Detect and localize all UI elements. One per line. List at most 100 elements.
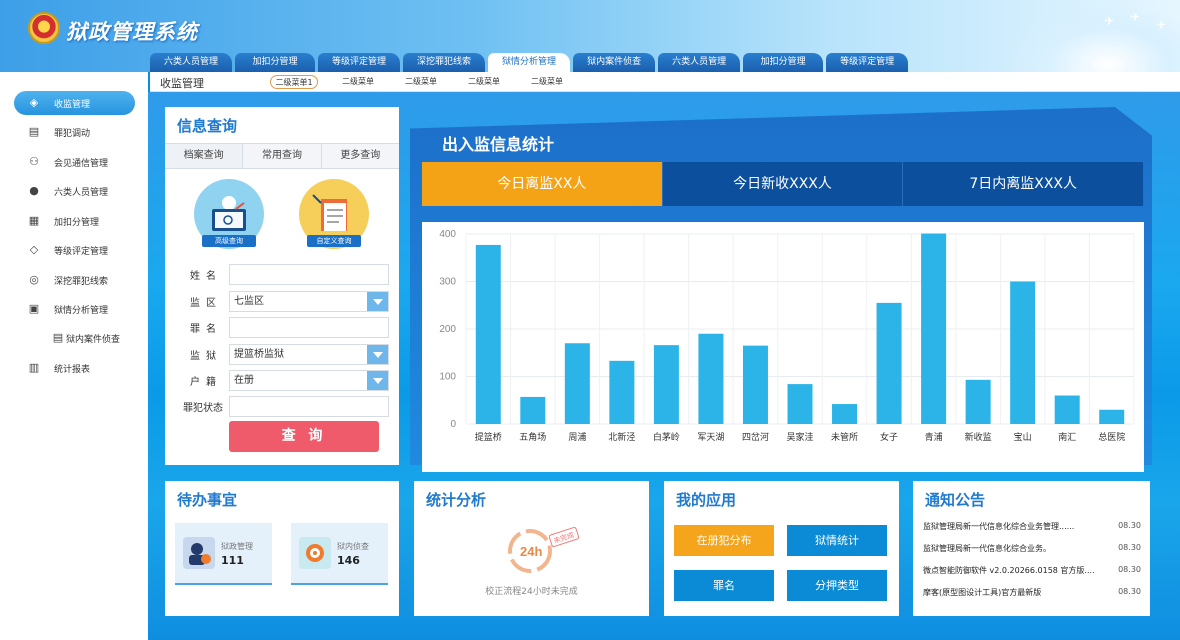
todo-item-investigation[interactable]: 狱内侦查 146 bbox=[291, 523, 388, 585]
chevron-down-icon[interactable] bbox=[367, 344, 388, 364]
tab-4[interactable]: 狱情分析管理 bbox=[488, 53, 571, 72]
bar-五角场[interactable] bbox=[520, 396, 546, 424]
stats-panel: 出入监信息统计 今日离监XX人 今日新收XXX人 7日内离监XXX人 0 100 2… bbox=[410, 107, 1152, 472]
x-tick-label: 新收监 bbox=[965, 431, 992, 443]
sub-menu-item[interactable]: 二级菜单 bbox=[397, 75, 445, 89]
notice-item[interactable]: 监狱管理局新一代信息化综合业务。 08.30 bbox=[923, 543, 1141, 557]
app-custody-type-button[interactable]: 分押类型 bbox=[787, 570, 887, 601]
bar-总医院[interactable] bbox=[1099, 409, 1125, 424]
sub-menu-item[interactable]: 二级菜单 bbox=[460, 75, 508, 89]
tab-week-release[interactable]: 7日内离监XXX人 bbox=[903, 162, 1145, 206]
todo-count: 111 bbox=[221, 554, 244, 567]
todo-title: 待办事宜 bbox=[177, 491, 238, 509]
bar-吴家洼[interactable] bbox=[787, 384, 813, 424]
bar-提篮桥[interactable] bbox=[475, 244, 501, 424]
chevron-down-icon[interactable] bbox=[367, 291, 388, 311]
document-icon: ▦ bbox=[28, 214, 40, 227]
name-input[interactable] bbox=[229, 263, 389, 285]
chevron-down-icon[interactable] bbox=[367, 370, 388, 390]
sidebar-item-transfer[interactable]: ▤ 罪犯调动 bbox=[14, 120, 135, 144]
tab-5[interactable]: 狱内案件侦查 bbox=[573, 53, 656, 72]
layers-icon: ◈ bbox=[29, 96, 39, 109]
sidebar-item-clues[interactable]: ◎ 深挖罪犯线索 bbox=[14, 268, 135, 292]
app-inmate-distribution-button[interactable]: 在册犯分布 bbox=[674, 525, 774, 556]
bird-icon: ✈ bbox=[1104, 14, 1115, 28]
field-prison-label: 监狱 bbox=[190, 350, 222, 362]
field-name-label: 姓名 bbox=[190, 270, 222, 282]
app-crime-button[interactable]: 罪名 bbox=[674, 570, 774, 601]
sidebar-item-reports[interactable]: ▥ 统计报表 bbox=[14, 356, 135, 380]
sidebar-item-investigation[interactable]: ▤ 狱内案件侦查 bbox=[40, 326, 140, 350]
clock-24h-icon: 24h 未完成 bbox=[508, 526, 580, 573]
advanced-query-button[interactable]: 高级查询 bbox=[194, 179, 264, 249]
sub-menu-item[interactable]: 二级菜单1 bbox=[270, 75, 318, 89]
tab-7[interactable]: 加扣分管理 bbox=[743, 53, 824, 72]
bar-青浦[interactable] bbox=[921, 233, 947, 424]
x-tick-label: 五角场 bbox=[519, 431, 546, 443]
todo-item-prison-mgmt[interactable]: 狱政管理 111 bbox=[175, 523, 272, 585]
bar-女子[interactable] bbox=[876, 302, 902, 424]
y-tick-label: 400 bbox=[439, 229, 456, 240]
info-query-card: 信息查询 档案查询 常用查询 更多查询 高级查询 自定义查询 姓名 监区 七监区… bbox=[165, 107, 399, 465]
x-tick-label: 南汇 bbox=[1058, 431, 1076, 443]
tab-today-release[interactable]: 今日离监XX人 bbox=[422, 162, 663, 206]
sidebar-item-points[interactable]: ▦ 加扣分管理 bbox=[14, 209, 135, 233]
notice-item[interactable]: 微点智能防御软件 v2.0.20266.0158 官方版.... 08.30 bbox=[923, 565, 1141, 579]
area-select[interactable]: 七监区 bbox=[229, 290, 389, 312]
bar-北新泾[interactable] bbox=[609, 360, 635, 424]
tab-8[interactable]: 等级评定管理 bbox=[826, 53, 909, 72]
officer-icon bbox=[183, 537, 215, 569]
bar-宝山[interactable] bbox=[1010, 281, 1036, 425]
field-name: 姓名 bbox=[177, 263, 389, 285]
tab-more-query[interactable]: 更多查询 bbox=[321, 144, 399, 168]
bar-南汇[interactable] bbox=[1054, 395, 1080, 425]
notices-card: 通知公告 监狱管理局新一代信息化综合业务管理...... 08.30 监狱管理局新… bbox=[913, 481, 1150, 616]
tab-6[interactable]: 六类人员管理 bbox=[658, 53, 741, 72]
tab-2[interactable]: 等级评定管理 bbox=[318, 53, 401, 72]
bar-白茅岭[interactable] bbox=[653, 345, 679, 424]
sidebar-item-six-types[interactable]: ● 六类人员管理 bbox=[14, 179, 135, 203]
tab-1[interactable]: 加扣分管理 bbox=[235, 53, 316, 72]
x-tick-label: 宝山 bbox=[1014, 431, 1032, 443]
main-content: 信息查询 档案查询 常用查询 更多查询 高级查询 自定义查询 姓名 监区 七监区… bbox=[148, 92, 1180, 640]
x-tick-label: 军天湖 bbox=[697, 432, 724, 443]
field-status-label: 罪犯状态 bbox=[183, 402, 223, 414]
user-icon: ● bbox=[29, 184, 39, 197]
tab-archive-query[interactable]: 档案查询 bbox=[165, 144, 244, 168]
x-tick-label: 四岔河 bbox=[742, 431, 769, 443]
bar-军天湖[interactable] bbox=[698, 333, 724, 424]
sub-menu-item[interactable]: 二级菜单 bbox=[334, 75, 382, 89]
bar-新收监[interactable] bbox=[965, 379, 991, 424]
tab-common-query[interactable]: 常用查询 bbox=[243, 144, 322, 168]
tab-today-intake[interactable]: 今日新收XXX人 bbox=[662, 162, 904, 206]
calculator-icon: ▣ bbox=[28, 302, 40, 315]
sidebar-item-intake[interactable]: ◈ 收监管理 bbox=[14, 91, 135, 115]
tab-3[interactable]: 深挖罪犯线索 bbox=[403, 53, 486, 72]
target-icon: ◎ bbox=[29, 273, 39, 286]
query-tabs: 档案查询 常用查询 更多查询 bbox=[165, 143, 399, 169]
sub-menu-item[interactable]: 二级菜单 bbox=[523, 75, 571, 89]
sidebar-item-grade[interactable]: ◇ 等级评定管理 bbox=[14, 238, 135, 262]
notice-item[interactable]: 摩客(原型图设计工具)官方最新版 08.30 bbox=[923, 587, 1141, 601]
sidebar-item-analysis[interactable]: ▣ 狱情分析管理 bbox=[14, 297, 135, 321]
field-household: 户籍 在册 bbox=[177, 369, 389, 391]
custom-query-button[interactable]: 自定义查询 bbox=[299, 179, 369, 249]
field-household-label: 户籍 bbox=[190, 376, 222, 388]
prison-select[interactable]: 提篮桥监狱 bbox=[229, 343, 389, 365]
bar-周浦[interactable] bbox=[564, 343, 590, 424]
bar-四岔河[interactable] bbox=[742, 345, 768, 424]
query-button[interactable]: 查 询 bbox=[229, 421, 379, 452]
notice-item[interactable]: 监狱管理局新一代信息化综合业务管理...... 08.30 bbox=[923, 521, 1141, 535]
x-tick-label: 吴家洼 bbox=[786, 431, 813, 443]
crime-input[interactable] bbox=[229, 316, 389, 338]
app-prison-stats-button[interactable]: 狱情统计 bbox=[787, 525, 887, 556]
status-input[interactable] bbox=[229, 395, 389, 417]
y-tick-label: 200 bbox=[439, 324, 456, 335]
sidebar-item-visit[interactable]: ⚇ 会见通信管理 bbox=[14, 150, 135, 174]
sidebar: ◈ 收监管理 ▤ 罪犯调动 ⚇ 会见通信管理 ● 六类人员管理 ▦ 加扣分管理 ◇ 等级评定… bbox=[0, 72, 148, 640]
x-tick-label: 女子 bbox=[880, 431, 898, 443]
tab-0[interactable]: 六类人员管理 bbox=[150, 53, 233, 72]
bar-未管所[interactable] bbox=[832, 404, 858, 424]
diamond-icon: ◇ bbox=[29, 243, 39, 256]
household-select[interactable]: 在册 bbox=[229, 369, 389, 391]
